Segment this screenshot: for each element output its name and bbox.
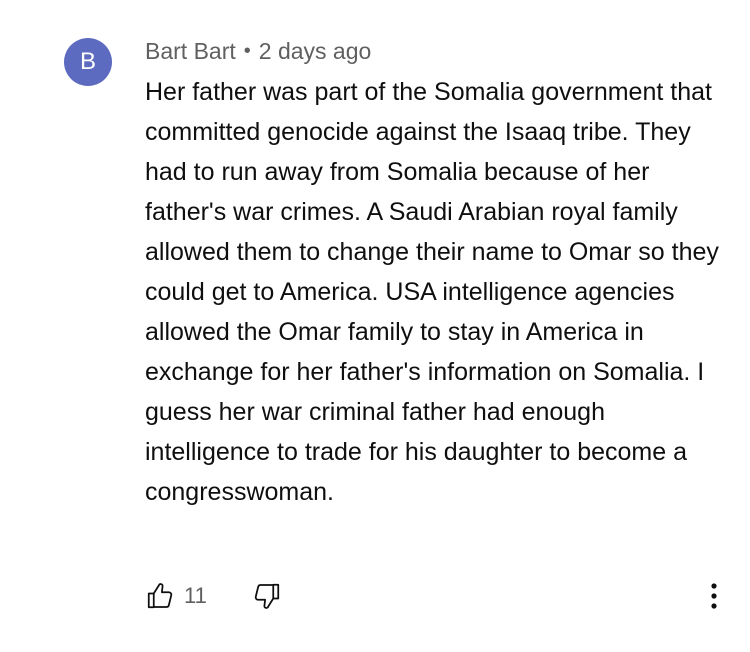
comment: B Bart Bart • 2 days ago Her father was …: [0, 0, 750, 652]
more-vertical-icon: [711, 583, 717, 609]
comment-actions: 11: [142, 578, 285, 614]
comment-header: Bart Bart • 2 days ago: [145, 38, 371, 65]
thumbs-up-icon: [147, 583, 173, 609]
avatar-letter: B: [79, 48, 96, 75]
dislike-button[interactable]: [249, 578, 285, 614]
more-options-button[interactable]: [698, 578, 730, 614]
timestamp[interactable]: 2 days ago: [259, 38, 372, 65]
like-button[interactable]: [142, 578, 178, 614]
author-name[interactable]: Bart Bart: [145, 38, 236, 65]
avatar[interactable]: B: [64, 38, 112, 86]
comment-text: Her father was part of the Somalia gover…: [145, 78, 719, 506]
thumbs-down-icon: [254, 583, 279, 609]
separator-dot: •: [243, 40, 251, 62]
like-count: 11: [184, 583, 207, 608]
